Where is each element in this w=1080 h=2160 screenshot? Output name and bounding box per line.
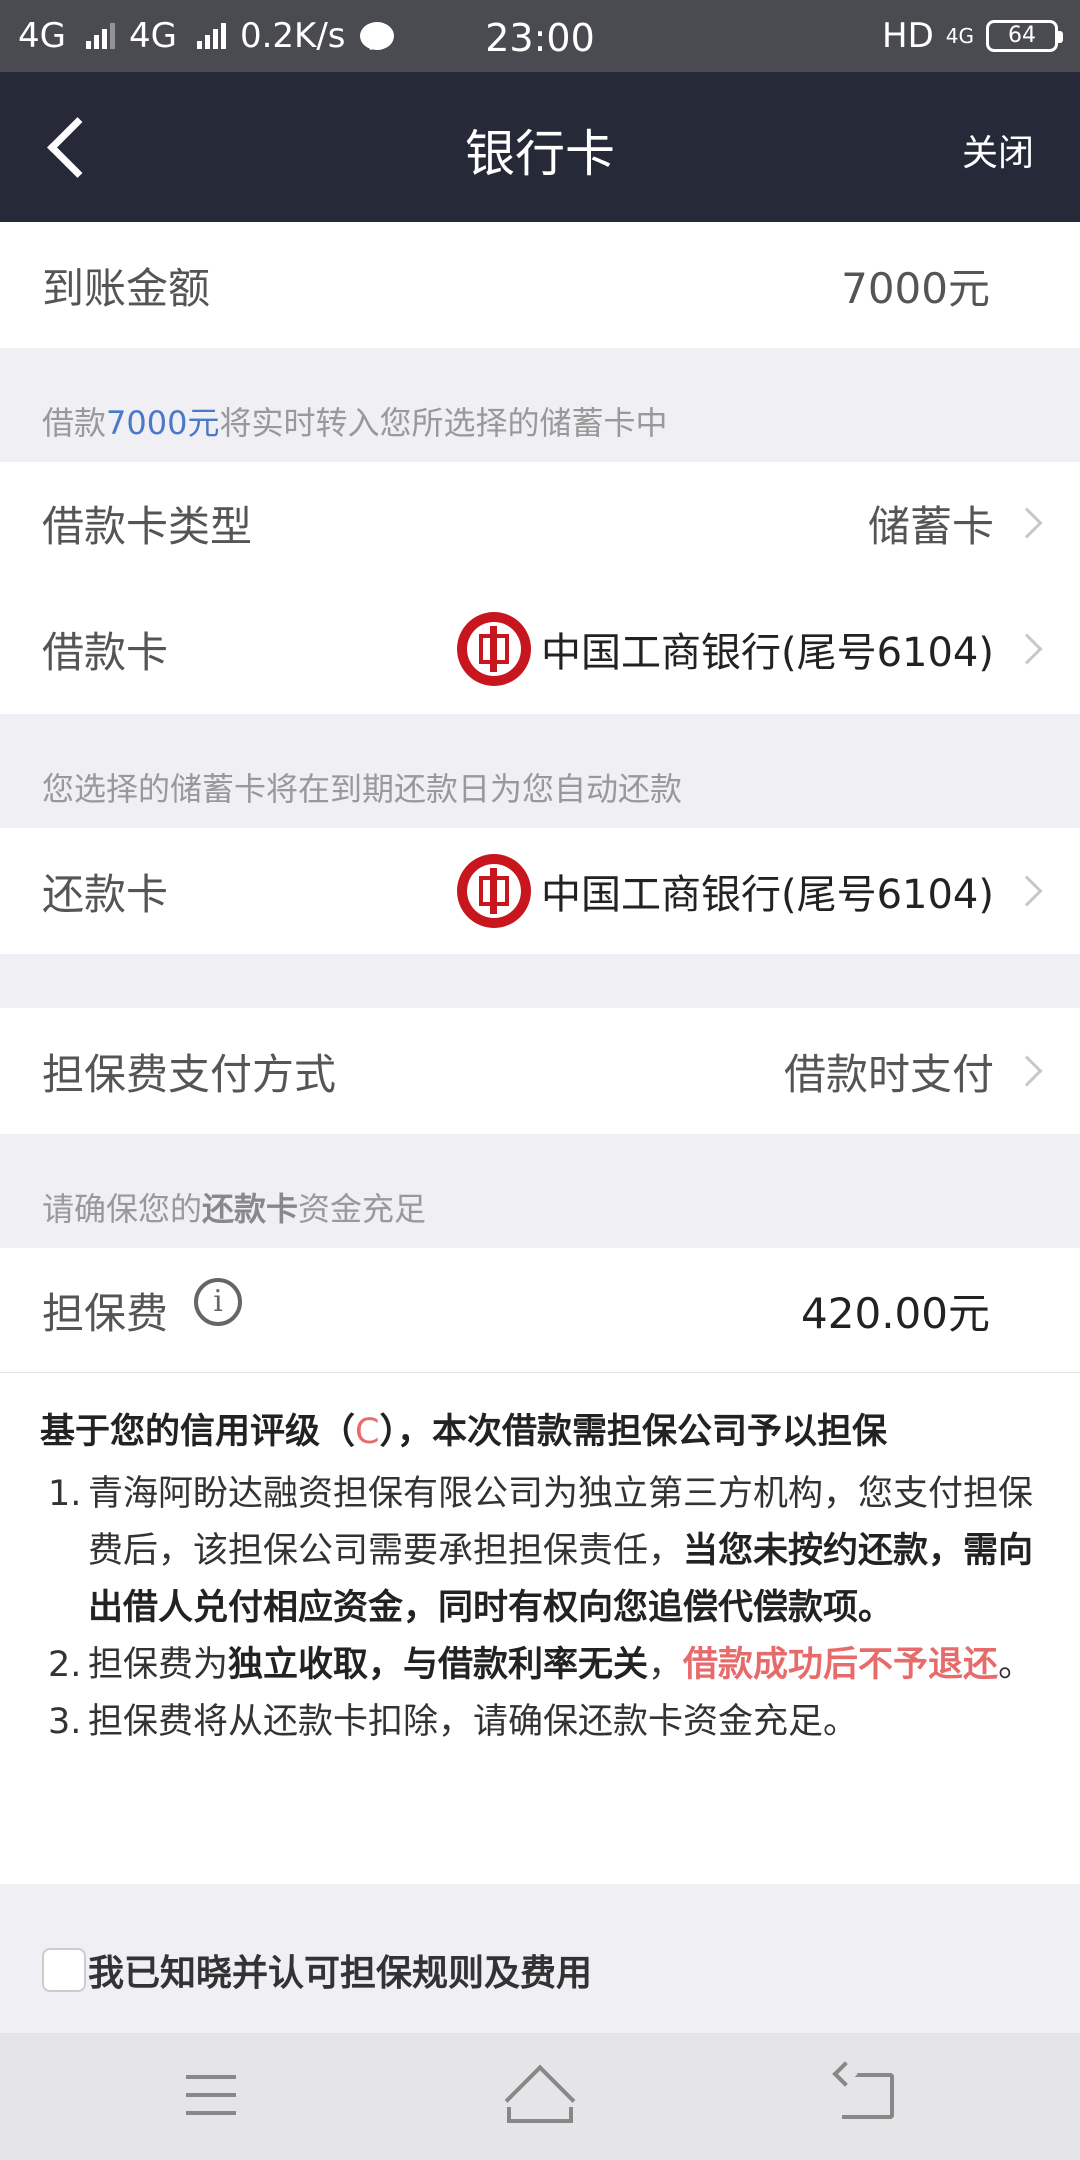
nav-header: 银行卡 关闭 <box>0 72 1080 222</box>
fund-note-suffix: 资金充足 <box>298 1190 427 1228</box>
guarantee-fee-value: 420.00元 <box>801 1288 990 1338</box>
transfer-note-amount: 7000元 <box>106 404 220 442</box>
credit-grade: C <box>355 1412 380 1452</box>
terms-heading: 基于您的信用评级（C），本次借款需担保公司予以担保 <box>40 1403 1040 1454</box>
guarantee-terms: 基于您的信用评级（C），本次借款需担保公司予以担保 1. 青海阿盼达融资担保有限… <box>0 1372 1080 1884</box>
card-type-row[interactable]: 借款卡类型 储蓄卡 <box>0 462 1080 584</box>
system-nav-bar <box>0 2033 1080 2160</box>
chevron-right-icon <box>1011 633 1043 665</box>
transfer-note-suffix: 将实时转入您所选择的储蓄卡中 <box>219 404 668 442</box>
terms-item-text: 担保费为 <box>88 1645 229 1685</box>
network-label-3: 4G <box>945 24 974 48</box>
amount-value: 7000元 <box>841 263 990 313</box>
terms-item-number: 1. <box>48 1474 82 1514</box>
repay-card-bank: 中国工商银行(尾号6104) <box>540 872 994 918</box>
status-right: HD 4G 64 <box>882 16 1063 56</box>
terms-item: 2. 担保费为独立收取，与借款利率无关，借款成功后不予退还。 <box>40 1637 1040 1694</box>
icbc-logo-icon <box>456 612 531 686</box>
close-button[interactable]: 关闭 <box>962 124 1034 176</box>
terms-item-end: 。 <box>998 1645 1034 1685</box>
repay-card-label: 还款卡 <box>42 869 169 919</box>
loan-card-value-wrap: 中国工商银行(尾号6104) <box>456 612 1043 686</box>
repay-card-value-wrap: 中国工商银行(尾号6104) <box>456 854 1043 928</box>
agree-row[interactable]: 我已知晓并认可担保规则及费用 <box>42 1944 592 1996</box>
card-type-value-wrap: 储蓄卡 <box>867 493 1043 554</box>
terms-item-number: 3. <box>48 1702 82 1742</box>
amount-label: 到账金额 <box>42 263 211 313</box>
fee-method-row[interactable]: 担保费支付方式 借款时支付 <box>0 1008 1080 1134</box>
fee-method-value-wrap: 借款时支付 <box>783 1041 1043 1102</box>
back-icon[interactable] <box>842 2073 894 2119</box>
hd-label: HD <box>882 16 934 56</box>
agree-label[interactable]: 我已知晓并认可担保规则及费用 <box>88 1944 592 1996</box>
transfer-note-prefix: 借款 <box>42 404 107 442</box>
chevron-right-icon <box>1011 875 1043 907</box>
icbc-logo-icon <box>456 854 531 928</box>
transfer-note: 借款7000元将实时转入您所选择的储蓄卡中 <box>42 398 667 444</box>
agree-checkbox[interactable] <box>42 1948 86 1992</box>
fee-method-value: 借款时支付 <box>783 1049 994 1099</box>
amount-row: 到账金额 7000元 <box>0 222 1080 348</box>
chevron-right-icon <box>1011 1055 1043 1087</box>
terms-item: 3. 担保费将从还款卡扣除，请确保还款卡资金充足。 <box>40 1694 1040 1751</box>
fund-note: 请确保您的还款卡资金充足 <box>42 1184 426 1230</box>
terms-item-number: 2. <box>48 1645 82 1685</box>
fund-note-bold: 还款卡 <box>202 1190 299 1228</box>
menu-icon[interactable] <box>186 2075 236 2115</box>
battery-icon: 64 <box>986 20 1063 52</box>
loan-card-row[interactable]: 借款卡 中国工商银行(尾号6104) <box>0 584 1080 714</box>
guarantee-fee-row: 担保费 i 420.00元 <box>0 1248 1080 1372</box>
status-bar: 4G 4G 0.2K/s 23:00 HD 4G 64 <box>0 0 1080 72</box>
loan-card-label: 借款卡 <box>42 627 169 677</box>
page-title: 银行卡 <box>465 125 615 183</box>
info-icon[interactable]: i <box>194 1278 243 1326</box>
home-icon[interactable] <box>504 2064 576 2136</box>
terms-list: 1. 青海阿盼达融资担保有限公司为独立第三方机构，您支付担保费后，该担保公司需要… <box>40 1466 1040 1751</box>
terms-item-sep: ， <box>648 1645 684 1685</box>
autopay-note: 您选择的储蓄卡将在到期还款日为您自动还款 <box>42 770 683 808</box>
fee-method-label: 担保费支付方式 <box>42 1049 337 1099</box>
repay-card-row[interactable]: 还款卡 中国工商银行(尾号6104) <box>0 828 1080 954</box>
terms-heading-suffix: ），本次借款需担保公司予以担保 <box>379 1412 887 1452</box>
terms-heading-prefix: 基于您的信用评级（ <box>40 1412 356 1452</box>
guarantee-fee-label: 担保费 <box>42 1288 169 1338</box>
chevron-right-icon <box>1011 507 1043 539</box>
terms-item: 1. 青海阿盼达融资担保有限公司为独立第三方机构，您支付担保费后，该担保公司需要… <box>40 1466 1040 1637</box>
card-type-value: 储蓄卡 <box>867 501 994 551</box>
terms-item-bold: 独立收取，与借款利率无关 <box>228 1645 649 1685</box>
card-type-label: 借款卡类型 <box>42 501 253 551</box>
fund-note-prefix: 请确保您的 <box>42 1190 203 1228</box>
terms-item-text: 担保费将从还款卡扣除，请确保还款卡资金充足。 <box>88 1702 859 1742</box>
loan-card-bank: 中国工商银行(尾号6104) <box>540 630 994 676</box>
terms-item-warning: 借款成功后不予退还 <box>683 1645 999 1685</box>
